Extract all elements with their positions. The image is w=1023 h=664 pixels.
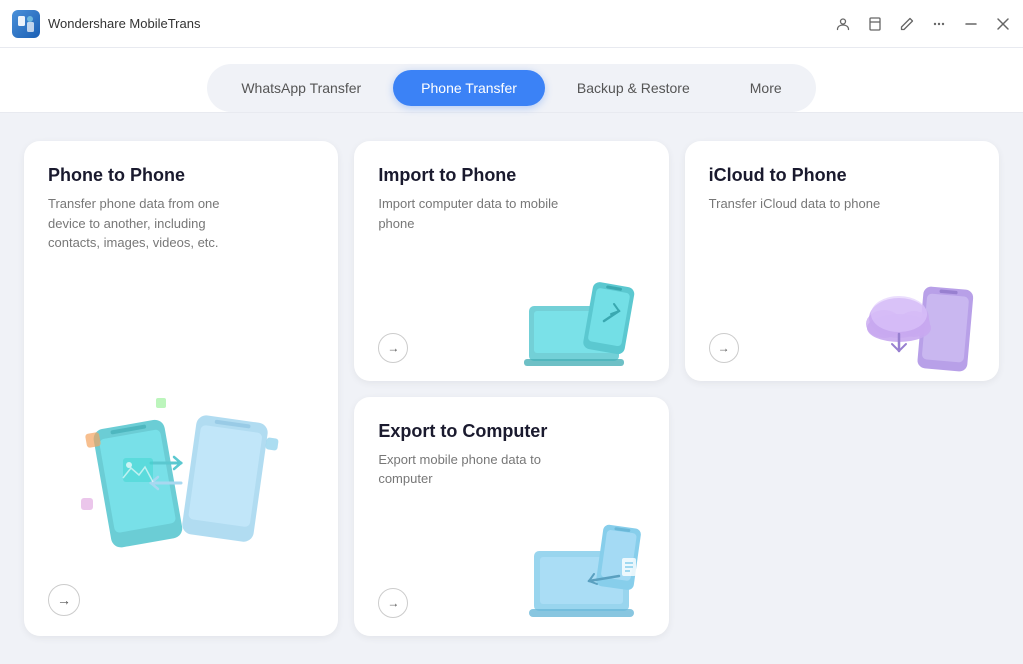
phone-to-phone-illustration	[71, 378, 291, 568]
card-phone-to-phone[interactable]: Phone to Phone Transfer phone data from …	[24, 141, 338, 636]
card-icloud-to-phone[interactable]: iCloud to Phone Transfer iCloud data to …	[685, 141, 999, 381]
titlebar-controls	[835, 16, 1011, 32]
card-icloud-arrow[interactable]: →	[709, 333, 739, 363]
titlebar: Wondershare MobileTrans	[0, 0, 1023, 48]
card-import-title: Import to Phone	[378, 165, 644, 186]
account-icon[interactable]	[835, 16, 851, 32]
minimize-icon[interactable]	[963, 16, 979, 32]
tab-backup[interactable]: Backup & Restore	[549, 70, 718, 106]
main-content: Phone to Phone Transfer phone data from …	[0, 113, 1023, 664]
tab-phone[interactable]: Phone Transfer	[393, 70, 545, 106]
card-import-desc: Import computer data to mobile phone	[378, 194, 558, 233]
edit-icon[interactable]	[899, 16, 915, 32]
close-icon[interactable]	[995, 16, 1011, 32]
card-phone-to-phone-desc: Transfer phone data from one device to a…	[48, 194, 228, 253]
import-illustration	[524, 266, 664, 376]
card-phone-to-phone-title: Phone to Phone	[48, 165, 314, 186]
nav-bar: WhatsApp Transfer Phone Transfer Backup …	[0, 48, 1023, 113]
card-icloud-title: iCloud to Phone	[709, 165, 975, 186]
card-import-arrow[interactable]: →	[378, 333, 408, 363]
card-export-title: Export to Computer	[378, 421, 644, 442]
tab-more[interactable]: More	[722, 70, 810, 106]
card-icloud-desc: Transfer iCloud data to phone	[709, 194, 889, 214]
nav-tabs: WhatsApp Transfer Phone Transfer Backup …	[207, 64, 815, 112]
card-export-desc: Export mobile phone data to computer	[378, 450, 558, 489]
card-export-arrow[interactable]: →	[378, 588, 408, 618]
card-export-to-computer[interactable]: Export to Computer Export mobile phone d…	[354, 397, 668, 637]
export-illustration	[514, 516, 664, 631]
bookmark-icon[interactable]	[867, 16, 883, 32]
card-phone-to-phone-arrow[interactable]: →	[48, 584, 80, 616]
menu-icon[interactable]	[931, 16, 947, 32]
icloud-illustration	[854, 266, 994, 376]
app-title: Wondershare MobileTrans	[48, 16, 835, 31]
app-logo	[12, 10, 40, 38]
tab-whatsapp[interactable]: WhatsApp Transfer	[213, 70, 389, 106]
card-import-to-phone[interactable]: Import to Phone Import computer data to …	[354, 141, 668, 381]
